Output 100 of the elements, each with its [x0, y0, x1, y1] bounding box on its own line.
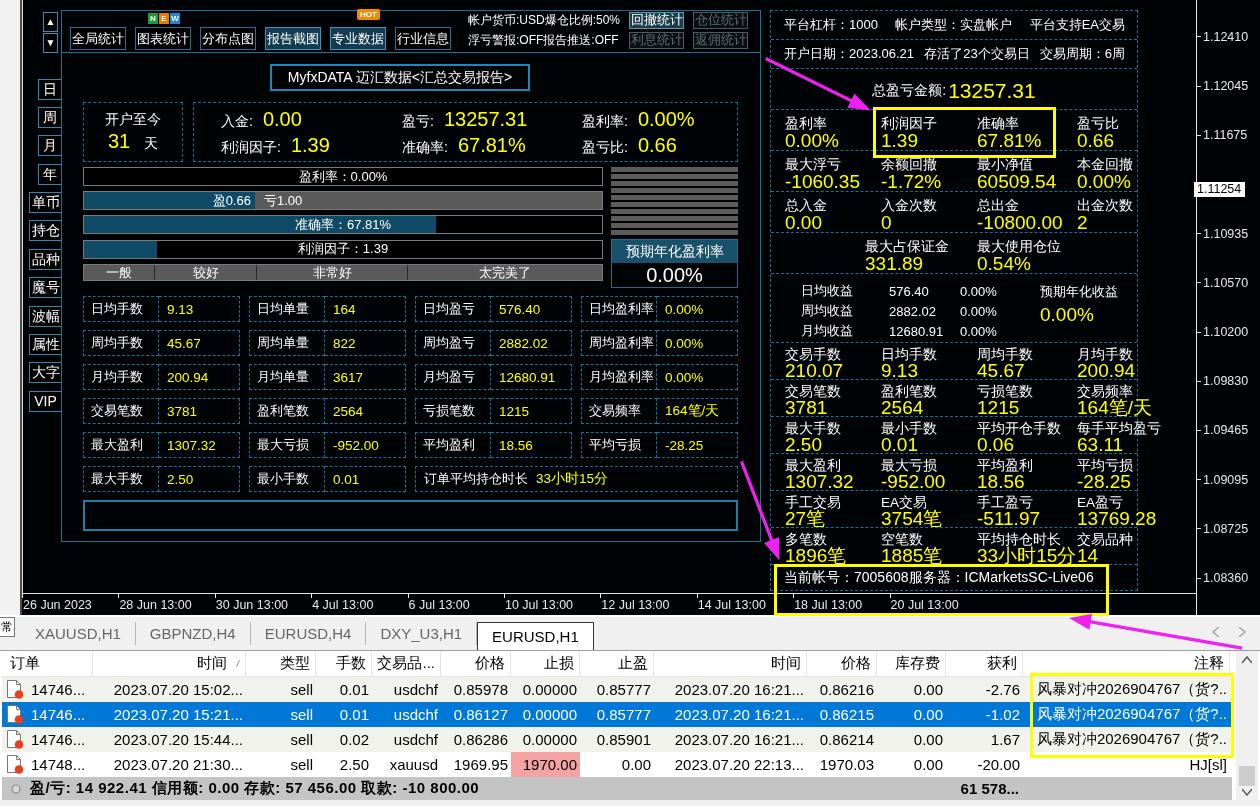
- summary-value: 13257.31: [443, 107, 528, 131]
- table-cell-text: 2023.07.20 21:30...: [112, 755, 244, 775]
- loss-label: 亏1.00: [263, 192, 303, 210]
- document-icon: [6, 755, 24, 774]
- view-button[interactable]: 大字: [29, 362, 61, 384]
- view-button[interactable]: 波幅: [29, 305, 61, 327]
- column-header[interactable]: 类型: [246, 651, 316, 677]
- period-button[interactable]: 日: [38, 78, 61, 100]
- table-cell-text: 0.85777: [595, 705, 652, 725]
- metric-value: 14: [1077, 547, 1099, 565]
- view-button[interactable]: VIP: [29, 390, 61, 412]
- stat-value: 12680.91: [491, 364, 572, 390]
- price-label: 1.09095: [1203, 472, 1249, 487]
- toolbar-button[interactable]: 报告截图: [265, 27, 321, 50]
- price-label: 1.11675: [1203, 128, 1248, 143]
- column-header[interactable]: 库存费: [877, 651, 946, 677]
- stat-label: 月均盈亏: [415, 364, 491, 390]
- new-badge-letter: W: [170, 13, 180, 24]
- table-cell-text: 0.86286: [452, 730, 509, 750]
- table-cell-text: 2023.07.20 16:21...: [673, 705, 805, 725]
- time-label: 10 Jul 13:00: [503, 598, 574, 612]
- stat-value: 45.67: [159, 330, 240, 356]
- metric-label: 最大盈利: [785, 458, 841, 473]
- metric-label: 周均手数: [977, 347, 1033, 362]
- metric-value: 200.94: [1077, 362, 1136, 380]
- stat-label: 周均盈亏: [415, 330, 491, 356]
- metric-value: 63.11: [1077, 436, 1124, 454]
- view-button[interactable]: 持仓: [29, 220, 61, 242]
- toolbar-button[interactable]: 分布点图: [200, 27, 256, 50]
- order-row[interactable]: 14746... 2023.07.20 15:44... sell 0.02 usdchf 0.86286 0.00000 0.85901 2023.07.20 16:21... 0.86214 0.00 1.67 风暴对冲2026904767（货?..: [2, 727, 1232, 752]
- order-row[interactable]: 14746... 2023.07.20 15:02... sell 0.01 usdchf 0.85978 0.00000 0.85777 2023.07.20 16:21... 0.86216 0.00 -2.76 风暴对冲2026904767（货?..: [2, 677, 1232, 702]
- column-header[interactable]: 价格: [441, 651, 511, 677]
- metric-label: 平均开仓手数: [977, 421, 1061, 436]
- stat-label: 交易频率: [581, 398, 657, 424]
- table-cell-text: usdchf: [392, 680, 439, 700]
- metric-label: 多笔数: [785, 532, 827, 547]
- metric-label: 平均持仓时长: [977, 532, 1061, 547]
- column-header[interactable]: 价格: [807, 651, 877, 677]
- side-tab[interactable]: 常: [0, 617, 15, 637]
- chart-tab[interactable]: XAUUSD,H1: [21, 622, 136, 645]
- view-button[interactable]: 属性: [29, 334, 61, 355]
- column-header[interactable]: 订单: [2, 651, 93, 677]
- metric-label: 亏损笔数: [977, 384, 1033, 399]
- rating-level: 非常好: [256, 264, 407, 281]
- scroll-down-button[interactable]: ▼: [43, 33, 58, 53]
- chart-tab[interactable]: EURUSD,H4: [250, 622, 367, 645]
- chart-tab[interactable]: GBPNZD,H4: [135, 622, 251, 645]
- metric-label: 准确率: [977, 116, 1019, 131]
- time-label: 14 Jul 13:00: [696, 598, 766, 612]
- time-label: 12 Jul 13:00: [600, 598, 670, 612]
- chart-tab[interactable]: EURUSD,H1: [477, 622, 594, 650]
- column-header[interactable]: 止损: [511, 651, 580, 677]
- summary-value: 0.00: [262, 107, 302, 131]
- column-header[interactable]: 交易品...: [372, 651, 441, 677]
- metric-label: 交易品种: [1077, 532, 1133, 547]
- rating-level: 太完美了: [407, 264, 602, 281]
- toolbar-button[interactable]: 全局统计: [70, 27, 126, 50]
- metric-label: 每手平均盈亏: [1077, 421, 1161, 436]
- scroll-up-button[interactable]: ▲: [43, 12, 58, 32]
- metric-value: 1.39: [881, 131, 918, 150]
- summary-label: 准确率:: [402, 138, 448, 157]
- metric-label: 盈利率: [785, 116, 827, 131]
- stat-value: 3617: [325, 364, 406, 390]
- table-cell-text: 风暴对冲2026904767（货?..: [1035, 704, 1228, 724]
- order-row[interactable]: 14746... 2023.07.20 15:21... sell 0.01 usdchf 0.86127 0.00000 0.85777 2023.07.20 16:21... 0.86215 0.00 -1.02 风暴对冲2026904767（货?..: [2, 702, 1232, 727]
- stat-value: 200.94: [159, 364, 240, 390]
- view-button[interactable]: 品种: [29, 248, 61, 270]
- table-cell-text: 0.00000: [521, 705, 578, 725]
- sort-icon: [236, 660, 240, 667]
- toolbar-button[interactable]: 专业数据: [330, 27, 386, 50]
- column-header[interactable]: 止盈: [580, 651, 654, 677]
- metric-label: 交易笔数: [785, 384, 841, 399]
- period-button[interactable]: 月: [38, 135, 61, 157]
- column-header[interactable]: 时间: [93, 651, 246, 677]
- stat-button[interactable]: 回撤统计: [629, 12, 685, 29]
- view-button[interactable]: 魔号: [29, 277, 61, 299]
- view-button[interactable]: 单币: [29, 192, 61, 214]
- info-text: 平台支持EA交易: [1029, 16, 1125, 34]
- stat-value: 576.40: [491, 296, 572, 322]
- metric-value: -952.00: [881, 473, 946, 491]
- new-badge-letter: E: [159, 13, 169, 24]
- progress-label: 准确率：67.81%: [294, 216, 392, 234]
- scrollbar-thumb[interactable]: [1239, 766, 1255, 786]
- metric-label: 空笔数: [881, 532, 923, 547]
- time-label: 26 Jun 2023: [22, 598, 92, 612]
- table-cell-text: 1.67: [989, 730, 1021, 750]
- period-button[interactable]: 年: [38, 163, 61, 185]
- hot-badge: HOT: [357, 9, 380, 20]
- stat-label: 日均单量: [249, 296, 325, 322]
- rating-level: 一般: [105, 264, 133, 281]
- metric-label: 总入金: [785, 198, 827, 213]
- total-value: 13257.31: [948, 79, 1036, 103]
- column-header[interactable]: 时间: [654, 651, 807, 677]
- toolbar-button[interactable]: 行业信息: [395, 27, 451, 50]
- toolbar-button[interactable]: 图表统计: [135, 27, 191, 50]
- period-button[interactable]: 周: [38, 106, 61, 128]
- metric-value: 0: [881, 213, 892, 232]
- column-header[interactable]: 手数: [316, 651, 372, 677]
- column-header[interactable]: 获利: [946, 651, 1023, 677]
- caret-right-icon: [1238, 627, 1246, 637]
